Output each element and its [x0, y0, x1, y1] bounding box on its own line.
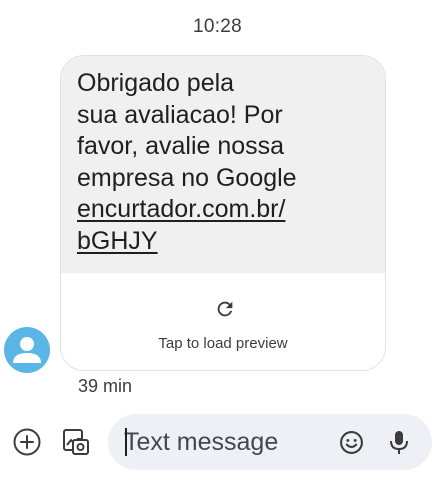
messages-screen: 10:28 Obrigado pela sua avaliacao! Por f…: [0, 0, 435, 491]
compose-bar: [108, 414, 432, 470]
message-line: favor, avalie nossa: [77, 132, 285, 160]
message-link-line[interactable]: bGHJY: [77, 227, 158, 255]
message-bubble[interactable]: Obrigado pela sua avaliacao! Por favor, …: [60, 55, 386, 371]
message-line: Obrigado pela: [77, 69, 235, 97]
message-link-line[interactable]: encurtador.com.br/: [77, 195, 285, 223]
conversation-timestamp: 10:28: [192, 16, 243, 37]
reload-icon: [217, 301, 233, 317]
text-cursor: [125, 428, 127, 456]
mic-icon[interactable]: [387, 429, 411, 456]
load-preview-button[interactable]: Tap to load preview: [61, 273, 385, 370]
message-text: Obrigado pela sua avaliacao! Por favor, …: [61, 56, 385, 273]
message-line: empresa no Google: [77, 163, 297, 192]
person-icon: [13, 337, 41, 363]
gallery-icon[interactable]: [61, 427, 91, 457]
add-circle-icon[interactable]: [12, 427, 42, 457]
message-line: sua avaliacao! Por: [77, 100, 283, 129]
text-message-input[interactable]: [124, 414, 334, 470]
emoji-icon[interactable]: [339, 430, 364, 455]
preview-label: Tap to load preview: [158, 335, 288, 352]
message-time: 39 min: [78, 376, 133, 396]
contact-avatar[interactable]: [4, 327, 50, 373]
